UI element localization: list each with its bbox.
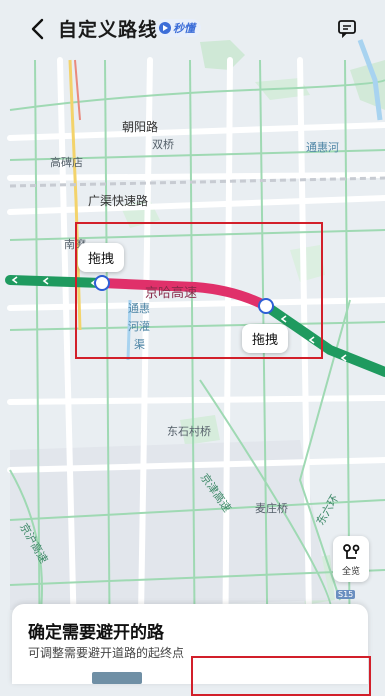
panel-action-button[interactable] [92, 672, 142, 684]
back-button[interactable] [22, 14, 52, 44]
quick-help-badge[interactable]: 秒懂 [155, 19, 201, 37]
map-label-dongshicun-bridge: 东石村桥 [167, 425, 211, 438]
route-start-handle[interactable] [94, 275, 110, 291]
panel-subtitle: 可调整需要避开道路的起终点 [28, 646, 185, 660]
page-title: 自定义路线 [58, 19, 159, 41]
map-label-gaobeidian: 高碑店 [50, 156, 83, 169]
map-canvas[interactable] [0, 0, 385, 676]
map-label-s15: S15 [336, 590, 356, 599]
map-label-route-road: 京哈高速 [145, 286, 198, 301]
map-label-chaoyang-road: 朝阳路 [122, 120, 159, 134]
panel-title: 确定需要避开的路 [28, 623, 164, 643]
map-label-shuangqiao: 双桥 [152, 138, 174, 151]
map-label-guangqu-expressway: 广渠快速路 [88, 194, 149, 208]
top-bar: 自定义路线 秒懂 [0, 0, 385, 56]
map-label-maozhuang-bridge: 麦庄桥 [255, 502, 288, 515]
overview-button[interactable]: 全览 [333, 536, 369, 582]
drag-start-label[interactable]: 拖拽 [78, 243, 125, 272]
quick-help-label: 秒懂 [173, 22, 195, 35]
drag-end-label[interactable]: 拖拽 [242, 324, 289, 353]
overview-label: 全览 [341, 566, 360, 577]
avoid-road-panel: 确定需要避开的路 可调整需要避开道路的起终点 [12, 604, 371, 696]
map-label-tonghui-river: 通惠河 [306, 141, 339, 154]
play-icon [159, 22, 171, 34]
map-label-tonghui-canal-3: 渠 [134, 338, 145, 351]
chevron-left-icon [31, 18, 44, 40]
route-end-handle[interactable] [258, 298, 274, 314]
annotation-panel-box [191, 656, 371, 696]
map-label-tonghui-canal-1: 通惠 [128, 302, 150, 315]
route-overview-icon [343, 543, 360, 559]
feedback-button[interactable] [336, 17, 358, 39]
message-icon [338, 20, 356, 39]
map-label-tonghui-canal-2: 河灌 [128, 320, 150, 333]
